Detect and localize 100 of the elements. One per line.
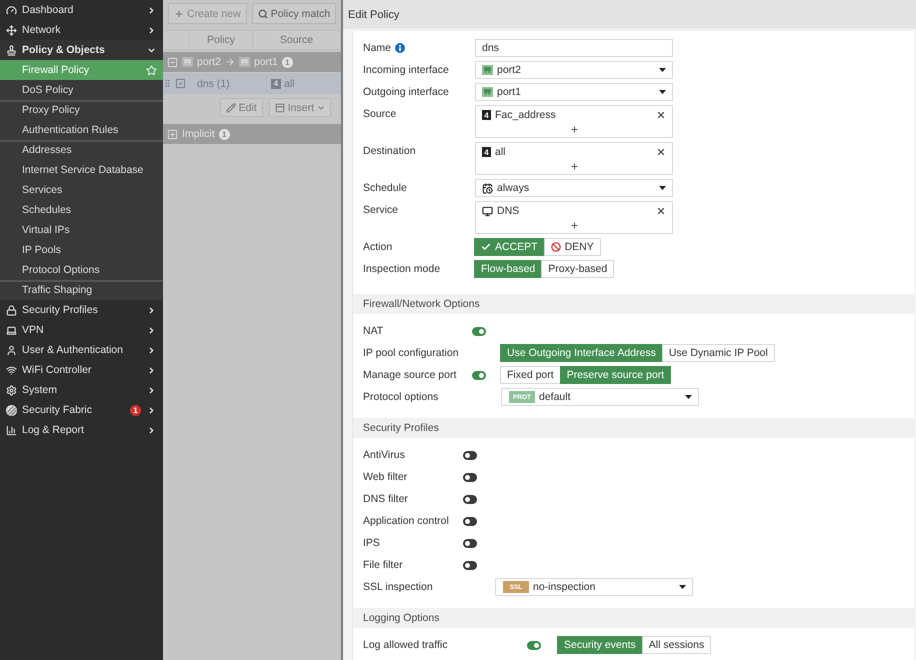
dropdown-select[interactable]: port2 — [475, 61, 673, 79]
toggle-switch[interactable] — [463, 472, 477, 482]
monitor-icon — [482, 206, 493, 216]
sidebar-subitem[interactable]: Proxy Policy — [0, 100, 163, 120]
name-input[interactable]: dns — [475, 39, 673, 57]
port-icon — [182, 57, 193, 67]
segment-button[interactable]: All sessions — [642, 636, 712, 654]
field-label: NAT — [363, 325, 384, 337]
sidebar-item[interactable]: Log & Report — [0, 420, 163, 440]
sidebar-item[interactable]: Network — [0, 20, 163, 40]
star-icon[interactable] — [146, 64, 157, 76]
sidebar-item[interactable]: Dashboard — [0, 0, 163, 20]
settings-icon — [6, 384, 17, 396]
sidebar-item[interactable]: Security Fabric 1 — [0, 400, 163, 420]
caret-down-icon — [679, 585, 686, 589]
add-icon[interactable] — [570, 220, 578, 230]
panel-title: Edit Policy — [348, 8, 400, 20]
sidebar-item[interactable]: Policy & Objects — [0, 40, 163, 60]
multi-select-field[interactable]: 4 all — [475, 142, 673, 175]
field-label: Protocol options — [363, 391, 438, 403]
checkbox[interactable] — [175, 78, 186, 89]
toggle-switch[interactable] — [463, 450, 477, 460]
sidebar-subitem[interactable]: Virtual IPs — [0, 220, 163, 240]
field-label: File filter — [363, 559, 403, 571]
sidebar-item[interactable]: WiFi Controller — [0, 360, 163, 380]
chevron-right-icon — [147, 406, 156, 414]
sidebar-subitem[interactable]: DoS Policy — [0, 80, 163, 100]
close-icon[interactable] — [656, 206, 666, 216]
chevron-right-icon — [147, 346, 156, 354]
search-icon — [258, 8, 268, 18]
segment-button[interactable]: ACCEPT — [474, 238, 545, 256]
laptop-icon — [6, 324, 17, 336]
field-label: Incoming interface — [363, 64, 449, 76]
sidebar-subitem[interactable]: Addresses — [0, 140, 163, 160]
sidebar-subitem[interactable]: Schedules — [0, 200, 163, 220]
add-icon[interactable] — [570, 162, 578, 170]
drag-handle-icon[interactable] — [163, 79, 172, 88]
sidebar-subitem[interactable]: Traffic Shaping — [0, 280, 163, 300]
segment-button[interactable]: Fixed port — [500, 366, 561, 384]
table-cell: all — [284, 78, 295, 90]
toggle-switch[interactable] — [472, 370, 486, 380]
check-icon — [481, 242, 491, 252]
notification-badge: 1 — [130, 404, 141, 416]
field-label: Manage source port — [363, 369, 456, 381]
close-icon[interactable] — [656, 147, 666, 157]
field-label: SSL inspection — [363, 581, 433, 593]
caret-down-icon — [685, 395, 692, 399]
segment-button[interactable]: Use Outgoing Interface Address — [500, 344, 663, 362]
dropdown-select[interactable]: port1 — [475, 83, 673, 101]
toggle-switch[interactable] — [463, 494, 477, 504]
interface-label: port2 — [197, 56, 221, 68]
group-label: Implicit — [182, 128, 215, 140]
list-entry: DNS — [497, 205, 520, 217]
sidebar-item[interactable]: VPN — [0, 320, 163, 340]
sidebar-item[interactable]: User & Authentication — [0, 340, 163, 360]
chevron-right-icon — [147, 366, 156, 374]
arrow-right-icon — [224, 57, 235, 67]
field-label: Destination — [363, 145, 416, 157]
multi-select-field[interactable]: 4 Fac_address — [475, 105, 673, 138]
segment-button[interactable]: Security events — [557, 636, 643, 654]
field-label: DNS filter — [363, 493, 408, 505]
sidebar-subitem[interactable]: Authentication Rules — [0, 120, 163, 140]
toggle-switch[interactable] — [463, 538, 477, 548]
add-icon[interactable] — [570, 124, 578, 134]
toggle-switch[interactable] — [472, 326, 486, 336]
sidebar-subitem[interactable]: Services — [0, 180, 163, 200]
four-arrows-icon — [6, 24, 17, 36]
gauge-icon — [6, 4, 17, 16]
chevron-right-icon — [147, 326, 156, 334]
chevron-right-icon — [147, 6, 156, 14]
field-label: Web filter — [363, 471, 408, 483]
field-label: Action — [363, 241, 392, 253]
address-type-badge: 4 — [482, 147, 491, 157]
address-type-badge: 4 — [482, 110, 491, 120]
toggle-switch[interactable] — [463, 516, 477, 526]
segment-button[interactable]: Use Dynamic IP Pool — [662, 344, 775, 362]
multi-select-field[interactable]: DNS — [475, 201, 673, 234]
toggle-switch[interactable] — [463, 560, 477, 570]
close-icon[interactable] — [656, 110, 666, 120]
sidebar-item[interactable]: Security Profiles — [0, 300, 163, 320]
chevron-right-icon — [147, 386, 156, 394]
ban-icon — [550, 242, 561, 252]
segment-button[interactable]: Proxy-based — [541, 260, 614, 278]
segment-button[interactable]: Flow-based — [474, 260, 542, 278]
sidebar-subitem[interactable]: Internet Service Database — [0, 160, 163, 180]
stamp-icon — [6, 44, 17, 56]
calendar-clock-icon — [482, 182, 493, 194]
field-label: Outgoing interface — [363, 86, 449, 98]
segment-button[interactable]: Preserve source port — [560, 366, 672, 384]
info-icon[interactable] — [395, 43, 406, 53]
dropdown-select[interactable]: always — [475, 179, 673, 197]
toolbar-button[interactable]: Policy match — [252, 3, 336, 24]
user-icon — [6, 344, 17, 356]
sidebar-subitem[interactable]: Protocol Options — [0, 260, 163, 280]
toggle-switch[interactable] — [527, 640, 541, 650]
interface-label: port1 — [254, 56, 278, 68]
segment-button[interactable]: DENY — [544, 238, 601, 256]
sidebar-subitem[interactable]: IP Pools — [0, 240, 163, 260]
lock-icon — [6, 304, 17, 316]
sidebar-item[interactable]: System — [0, 380, 163, 400]
